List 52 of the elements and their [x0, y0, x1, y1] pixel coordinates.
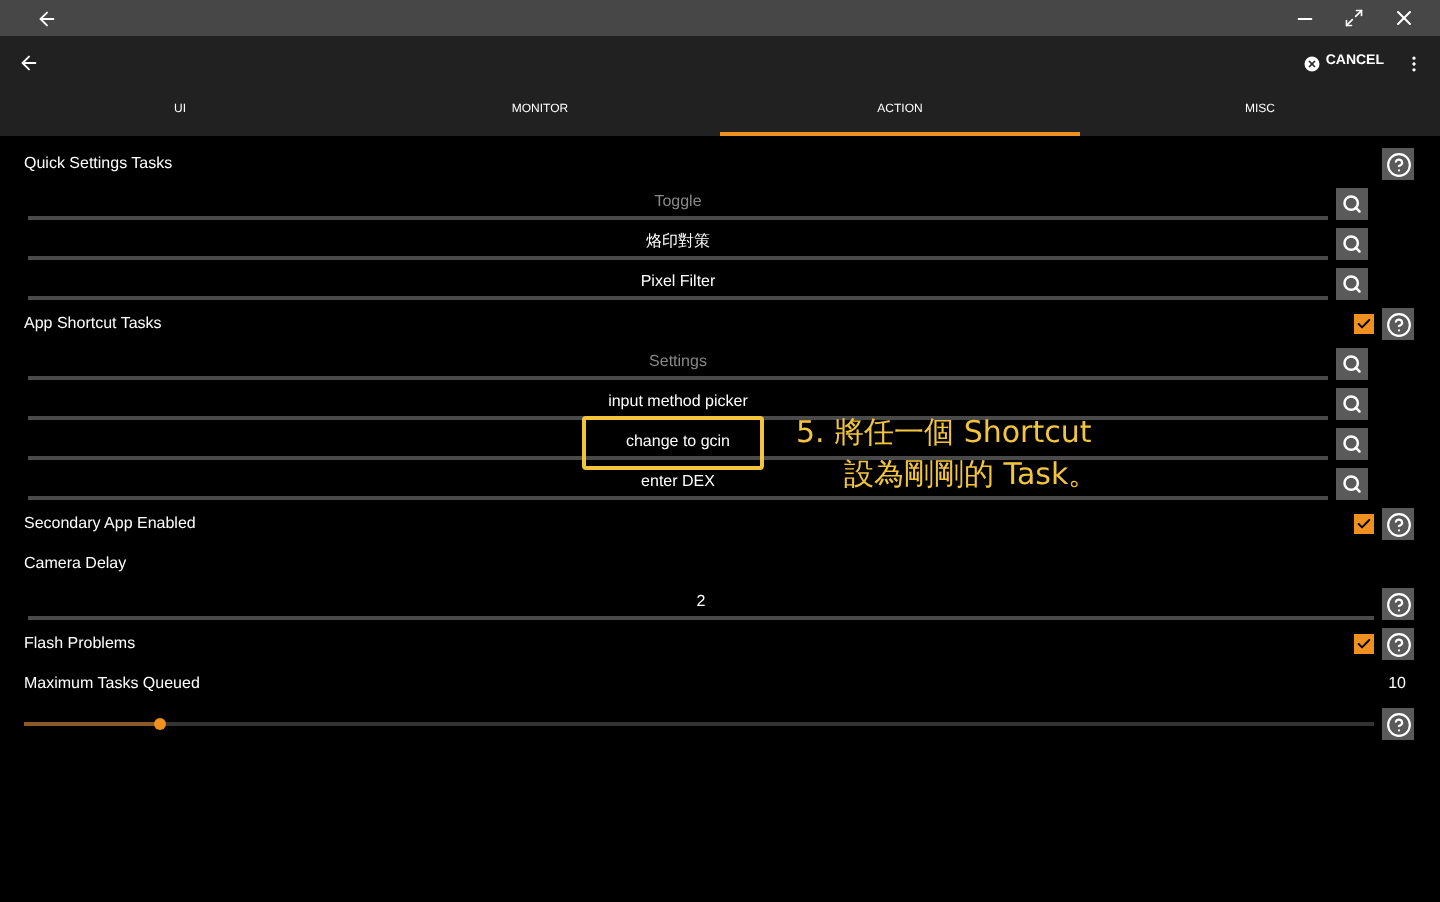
help-icon: [1385, 711, 1411, 737]
help-icon: [1385, 511, 1411, 537]
search-button[interactable]: [1336, 428, 1368, 460]
help-button[interactable]: [1382, 628, 1414, 660]
help-button[interactable]: [1382, 508, 1414, 540]
setting-label: Maximum Tasks Queued: [24, 672, 202, 696]
help-icon: [1385, 151, 1411, 177]
back-icon[interactable]: [18, 52, 40, 74]
checkbox[interactable]: [1354, 514, 1374, 534]
help-icon: [1385, 631, 1411, 657]
annotation-text: 5. 將任一個 Shortcut: [796, 412, 1094, 454]
back-icon[interactable]: [36, 7, 58, 29]
help-button[interactable]: [1382, 708, 1414, 740]
help-button[interactable]: [1382, 308, 1414, 340]
search-button[interactable]: [1336, 228, 1368, 260]
search-icon: [1342, 194, 1362, 214]
field-value[interactable]: 烙印對策: [646, 234, 710, 250]
search-icon: [1342, 274, 1362, 294]
setting-label: Flash Problems: [24, 632, 138, 656]
help-button[interactable]: [1382, 588, 1414, 620]
checkbox[interactable]: [1354, 634, 1374, 654]
search-icon: [1342, 434, 1362, 454]
search-icon: [1342, 394, 1362, 414]
setting-label: App Shortcut Tasks: [24, 312, 164, 336]
annotation-text: 設為剛剛的 Task。: [842, 454, 1099, 496]
search-button[interactable]: [1336, 268, 1368, 300]
field-value[interactable]: enter DEX: [641, 474, 715, 490]
search-icon: [1342, 234, 1362, 254]
search-button[interactable]: [1336, 188, 1368, 220]
cancel-icon: [1301, 53, 1322, 73]
field-placeholder[interactable]: Toggle: [654, 194, 702, 210]
slider-reading: 10: [1388, 672, 1406, 696]
search-button[interactable]: [1336, 348, 1368, 380]
field-value[interactable]: change to gcin: [625, 434, 731, 450]
field-value[interactable]: 2: [696, 594, 706, 610]
close-icon[interactable]: [1392, 6, 1416, 30]
help-icon: [1385, 311, 1411, 337]
search-icon: [1342, 474, 1362, 494]
help-icon: [1385, 591, 1411, 617]
help-button[interactable]: [1382, 148, 1414, 180]
slider-thumb[interactable]: [153, 718, 165, 730]
setting-label: Secondary App Enabled: [24, 512, 198, 536]
setting-label: Camera Delay: [24, 552, 129, 576]
field-value[interactable]: input method picker: [608, 394, 748, 410]
field-value[interactable]: Pixel Filter: [640, 274, 716, 290]
checkbox[interactable]: [1354, 314, 1374, 334]
field-placeholder[interactable]: Settings: [649, 354, 707, 370]
maximize-icon[interactable]: [1344, 8, 1364, 28]
search-button[interactable]: [1336, 388, 1368, 420]
setting-label: Quick Settings Tasks: [24, 152, 175, 176]
search-icon: [1342, 354, 1362, 374]
search-button[interactable]: [1336, 468, 1368, 500]
